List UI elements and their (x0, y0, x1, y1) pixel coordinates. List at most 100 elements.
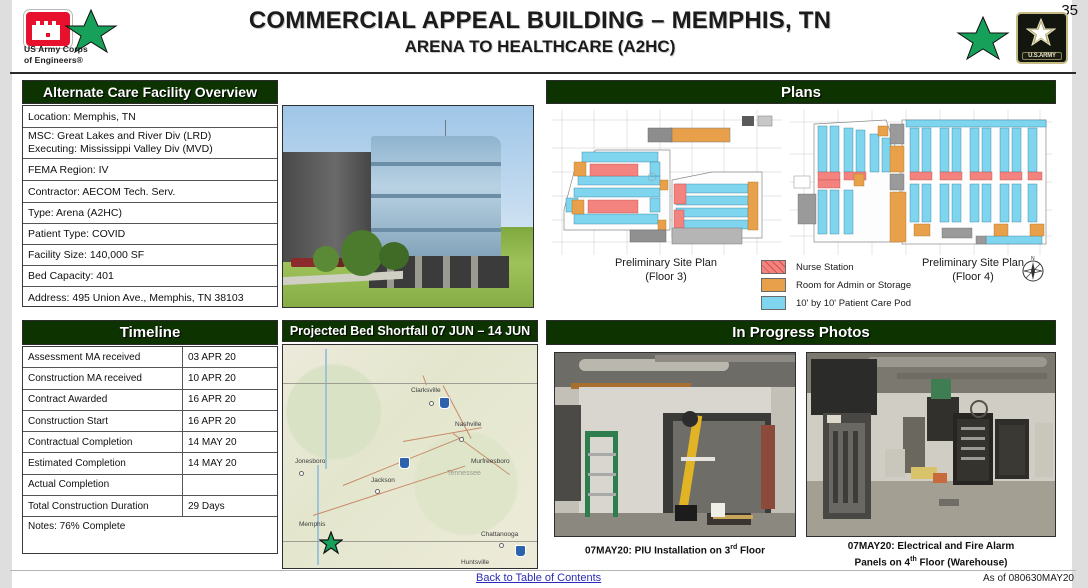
map-city-label: Chattanooga (481, 531, 519, 538)
title-block: COMMERCIAL APPEAL BUILDING – MEMPHIS, TN… (175, 6, 905, 58)
table-row: Estimated Completion 14 MAY 20 (23, 453, 277, 475)
region-map: Tennessee Clarksville Nashville Jonesbor… (282, 344, 538, 569)
timeline-table: Assessment MA received 03 APR 20 Construc… (22, 346, 278, 554)
table-row: Contract Awarded 16 APR 20 (23, 389, 277, 411)
timeline-value: 14 MAY 20 (188, 436, 237, 448)
photo2-caption-line2-pre: Panels on 4 (854, 557, 911, 569)
usace-logo: US Army Corps of Engineers® (20, 8, 170, 70)
interstate-shield-icon (399, 457, 410, 469)
map-state-label: Tennessee (447, 470, 481, 477)
timeline-value: 29 Days (188, 500, 225, 512)
page-title: COMMERCIAL APPEAL BUILDING – MEMPHIS, TN (248, 7, 832, 34)
table-row: Construction MA received 10 APR 20 (23, 368, 277, 390)
plans-legend: Nurse Station Room for Admin or Storage … (761, 258, 951, 312)
as-of-timestamp: As of 080630MAY20 (983, 573, 1074, 584)
progress-photo-2 (806, 352, 1056, 537)
timeline-label: Actual Completion (23, 474, 183, 496)
acf-row-facility-size: Facility Size: 140,000 SF (23, 245, 277, 266)
timeline-label: Total Construction Duration (23, 496, 183, 517)
floor3-caption: Preliminary Site Plan (Floor 3) (556, 256, 776, 284)
map-river (325, 349, 327, 469)
acf-info-table: Location: Memphis, TN MSC: Great Lakes a… (22, 105, 278, 307)
acf-address: Address: 495 Union Ave., Memphis, TN 381… (28, 291, 244, 304)
legend-label: Room for Admin or Storage (796, 279, 912, 291)
army-star-icon (1025, 17, 1057, 51)
map-city-label: Clarksville (411, 387, 441, 394)
timeline-value: 03 APR 20 (188, 351, 236, 363)
legend-swatch-nurse-station (761, 260, 786, 274)
map-city-label: Murfreesboro (471, 458, 510, 465)
acf-msc: MSC: Great Lakes and River Div (LRD) (28, 130, 212, 142)
acf-row-contractor: Contractor: AECOM Tech. Serv. (23, 181, 277, 203)
legend-item-patient-pod: 10' by 10' Patient Care Pod (761, 294, 951, 312)
table-row: Contractual Completion 14 MAY 20 (23, 432, 277, 454)
acf-executing: Executing: Mississippi Valley Div (MVD) (28, 142, 213, 155)
slide-root: 35 US Army Corps of Engineers® COMMERCIA… (0, 0, 1088, 588)
acf-row-type: Type: Arena (A2HC) (23, 203, 277, 224)
timeline-value (183, 475, 277, 495)
army-logo-label: U.S.ARMY (1022, 52, 1062, 60)
legend-label: Nurse Station (796, 261, 854, 273)
floor-plan-3 (552, 110, 782, 255)
progress-photo-2-caption: 07MAY20: Electrical and Fire Alarm Panel… (806, 540, 1056, 569)
map-marker-green-star-icon (318, 530, 344, 555)
photo2-caption-line2-sup: th (910, 556, 917, 563)
timeline-label: Estimated Completion (23, 453, 183, 474)
table-row: Actual Completion (23, 474, 277, 497)
svg-text:N: N (1031, 256, 1035, 262)
acf-bed-capacity: Bed Capacity: 401 (28, 270, 114, 282)
table-row: Total Construction Duration 29 Days (23, 496, 277, 518)
photo2-caption-line1: 07MAY20: Electrical and Fire Alarm (847, 541, 1015, 552)
interstate-shield-icon (515, 545, 526, 557)
timeline-label: Construction MA received (23, 368, 183, 389)
green-star-icon-right (956, 15, 1010, 61)
map-city-label: Jonesboro (295, 458, 326, 465)
footer-divider (10, 570, 1076, 571)
map-city-label: Huntsville (461, 559, 490, 566)
timeline-value: 16 APR 20 (188, 394, 236, 406)
timeline-label: Assessment MA received (23, 347, 183, 368)
in-progress-panel-header: In Progress Photos (546, 320, 1056, 345)
acf-row-patient-type: Patient Type: COVID (23, 224, 277, 245)
plans-body: Preliminary Site Plan (Floor 3) Prelimin… (546, 106, 1056, 311)
compass-rose-icon: N (1018, 254, 1048, 284)
usace-line1: US Army Corps (24, 44, 88, 54)
map-city-label: Memphis (299, 521, 326, 528)
legend-item-admin-storage: Room for Admin or Storage (761, 276, 951, 294)
floor3-caption-line2: (Floor 3) (645, 271, 687, 283)
acf-location: Location: Memphis, TN (28, 110, 136, 123)
acf-patient-type: Patient Type: COVID (28, 228, 126, 240)
legend-label: 10' by 10' Patient Care Pod (796, 297, 912, 309)
usace-wordmark: US Army Corps of Engineers® (24, 44, 88, 65)
back-to-toc-link[interactable]: Back to Table of Contents (476, 572, 601, 584)
timeline-value: 10 APR 20 (188, 372, 236, 384)
page-subtitle: ARENA TO HEALTHCARE (A2HC) (404, 37, 676, 56)
legend-item-nurse-station: Nurse Station (761, 258, 951, 276)
map-city-label: Jackson (371, 477, 395, 484)
timeline-label: Contract Awarded (23, 389, 183, 410)
table-row: Assessment MA received 03 APR 20 (23, 347, 277, 369)
photo2-caption-line2-post: Floor (Warehouse) (916, 557, 1008, 569)
photo-tree-2 (313, 246, 339, 272)
legend-swatch-admin-storage (761, 278, 786, 292)
floor3-caption-line1: Preliminary Site Plan (614, 257, 718, 269)
acf-row-location: Location: Memphis, TN (23, 106, 277, 128)
floor-plan-4 (790, 110, 1052, 255)
timeline-panel-header: Timeline (22, 320, 278, 345)
photo1-caption-pre: 07MAY20: PIU Installation on 3 (584, 545, 731, 557)
acf-type: Type: Arena (A2HC) (28, 207, 122, 219)
acf-row-bed-capacity: Bed Capacity: 401 (23, 266, 277, 287)
header-divider (10, 72, 1076, 74)
timeline-value: 16 APR 20 (188, 415, 236, 427)
map-city-label: Nashville (455, 421, 482, 428)
acf-row-msc: MSC: Great Lakes and River Div (LRD) Exe… (23, 128, 277, 159)
photo-tree-3 (379, 242, 409, 270)
bed-shortfall-panel-header: Projected Bed Shortfall 07 JUN – 14 JUN (282, 320, 538, 342)
progress-photo-1-caption: 07MAY20: PIU Installation on 3rd Floor (554, 541, 796, 557)
plans-panel-header: Plans (546, 80, 1056, 104)
table-row: Construction Start 16 APR 20 (23, 410, 277, 433)
acf-fema: FEMA Region: IV (28, 163, 109, 176)
slide-header: US Army Corps of Engineers® COMMERCIAL A… (10, 6, 1076, 72)
photo1-caption-post: Floor (737, 545, 765, 557)
acf-row-address: Address: 495 Union Ave., Memphis, TN 381… (23, 287, 277, 308)
